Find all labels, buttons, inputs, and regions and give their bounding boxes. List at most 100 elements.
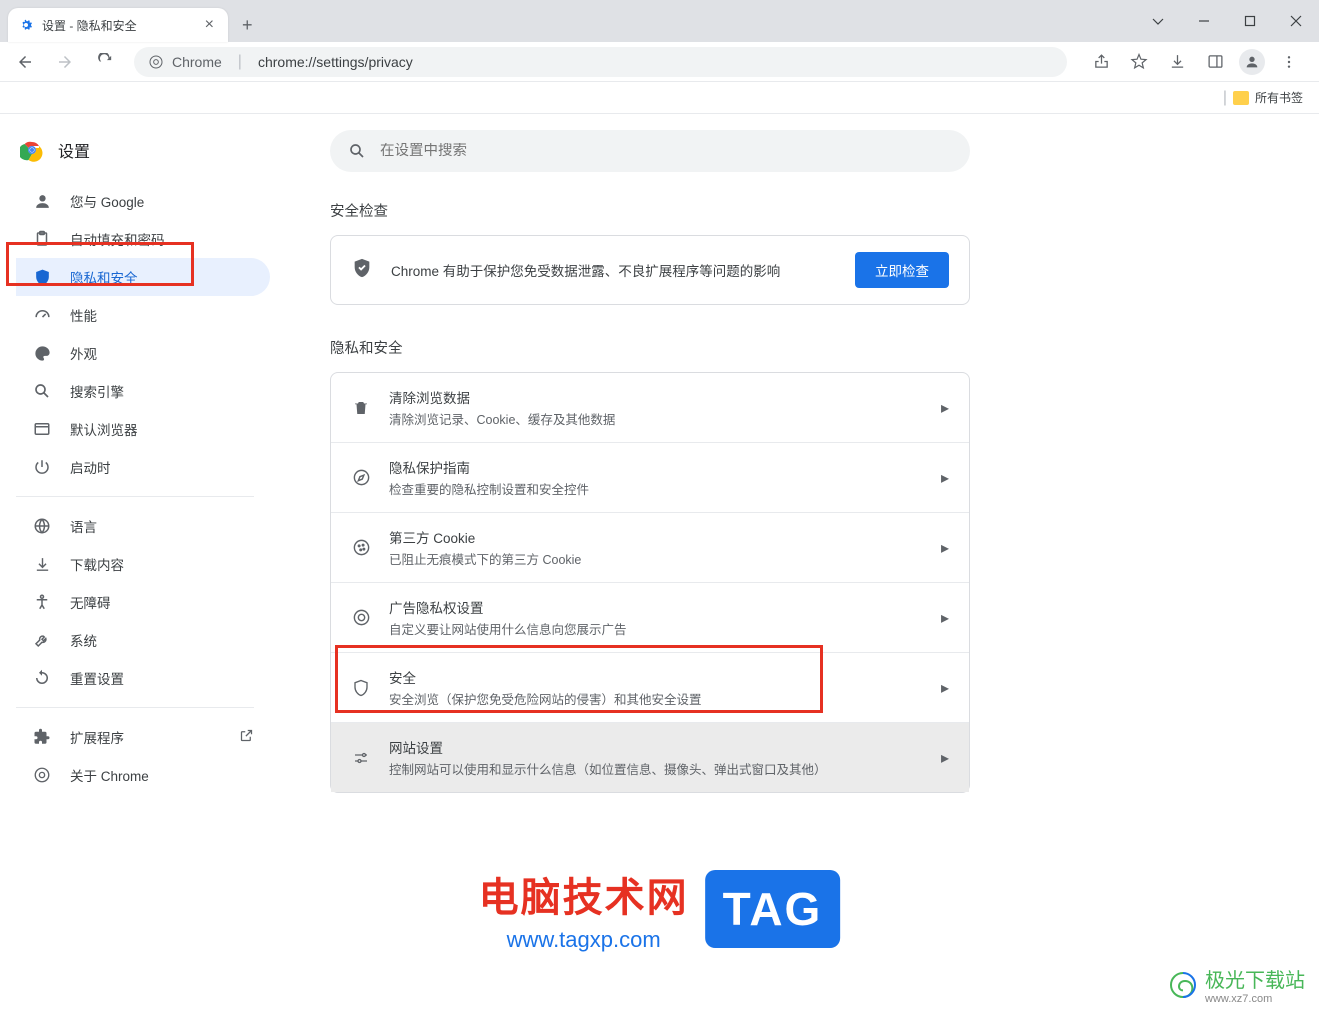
tab-close-icon[interactable]: × [201, 16, 218, 34]
title-bar: 设置 - 隐私和安全 × + [0, 0, 1319, 42]
sidebar-item-appearance[interactable]: 外观 [16, 334, 270, 372]
swirl-icon [1167, 969, 1199, 1001]
forward-button[interactable] [48, 45, 82, 79]
sidebar-item-privacy[interactable]: 隐私和安全 [16, 258, 270, 296]
sidebar-item-on-startup[interactable]: 启动时 [16, 448, 270, 486]
chrome-icon [148, 54, 164, 70]
chevron-right-icon: ▸ [941, 748, 949, 768]
corner-watermark-url: www.xz7.com [1205, 993, 1305, 1005]
search-icon [32, 381, 52, 401]
nav-separator [16, 707, 254, 708]
sidebar-item-accessibility[interactable]: 无障碍 [16, 583, 270, 621]
extension-icon [32, 727, 52, 747]
back-button[interactable] [8, 45, 42, 79]
sidebar-item-label: 下载内容 [70, 554, 124, 574]
privacy-card: 清除浏览数据清除浏览记录、Cookie、缓存及其他数据 ▸ 隐私保护指南检查重要… [330, 372, 970, 793]
tab-title: 设置 - 隐私和安全 [42, 17, 201, 34]
sidebar-item-label: 重置设置 [70, 668, 124, 688]
globe-icon [32, 516, 52, 536]
watermark-url: www.tagxp.com [479, 927, 689, 953]
folder-icon [1233, 91, 1249, 105]
row-site-settings[interactable]: 网站设置控制网站可以使用和显示什么信息（如位置信息、摄像头、弹出式窗口及其他） … [331, 722, 969, 792]
row-title: 清除浏览数据 [389, 387, 923, 407]
minimize-button[interactable] [1181, 5, 1227, 37]
new-tab-button[interactable]: + [228, 8, 267, 42]
row-title: 广告隐私权设置 [389, 597, 923, 617]
sidebar-item-about[interactable]: 关于 Chrome [16, 756, 270, 794]
sidebar-item-label: 关于 Chrome [70, 765, 149, 785]
app-title: 设置 [58, 138, 90, 162]
row-subtitle: 安全浏览（保护您免受危险网站的侵害）和其他安全设置 [389, 689, 923, 708]
nav-separator [16, 496, 254, 497]
sidebar-item-reset[interactable]: 重置设置 [16, 659, 270, 697]
corner-watermark: 极光下载站 www.xz7.com [1167, 964, 1305, 1005]
section-title-privacy: 隐私和安全 [330, 337, 1319, 358]
sidebar-item-you-and-google[interactable]: 您与 Google [16, 182, 270, 220]
search-icon [348, 142, 366, 160]
row-third-party-cookies[interactable]: 第三方 Cookie已阻止无痕模式下的第三方 Cookie ▸ [331, 512, 969, 582]
sidebar-item-search-engine[interactable]: 搜索引擎 [16, 372, 270, 410]
sidebar-item-label: 启动时 [70, 457, 111, 477]
search-input[interactable] [380, 143, 952, 159]
row-privacy-guide[interactable]: 隐私保护指南检查重要的隐私控制设置和安全控件 ▸ [331, 442, 969, 512]
row-subtitle: 检查重要的隐私控制设置和安全控件 [389, 479, 923, 498]
sidebar-item-autofill[interactable]: 自动填充和密码 [16, 220, 270, 258]
sidebar-item-languages[interactable]: 语言 [16, 507, 270, 545]
address-url: chrome://settings/privacy [258, 54, 413, 70]
sidebar-item-system[interactable]: 系统 [16, 621, 270, 659]
check-now-button[interactable]: 立即检查 [855, 252, 949, 288]
sidebar-item-label: 系统 [70, 630, 97, 650]
shield-icon [32, 267, 52, 287]
download-icon [32, 554, 52, 574]
row-title: 安全 [389, 667, 923, 687]
bookmarks-separator: | [1223, 89, 1227, 107]
sidebar-item-downloads[interactable]: 下载内容 [16, 545, 270, 583]
row-title: 隐私保护指南 [389, 457, 923, 477]
address-bar[interactable]: Chrome | chrome://settings/privacy [134, 47, 1067, 77]
trash-icon [351, 398, 371, 418]
safety-check-text: Chrome 有助于保护您免受数据泄露、不良扩展程序等问题的影响 [391, 260, 837, 280]
sidebar-item-label: 隐私和安全 [70, 267, 138, 287]
palette-icon [32, 343, 52, 363]
external-link-icon [239, 728, 254, 746]
speedometer-icon [32, 305, 52, 325]
all-bookmarks-link[interactable]: 所有书签 [1255, 89, 1303, 106]
download-icon[interactable] [1163, 48, 1191, 76]
sidebar-item-label: 性能 [70, 305, 97, 325]
compass-icon [351, 468, 371, 488]
bookmark-star-icon[interactable] [1125, 48, 1153, 76]
safety-check-card: Chrome 有助于保护您免受数据泄露、不良扩展程序等问题的影响 立即检查 [330, 235, 970, 305]
row-ad-privacy[interactable]: 广告隐私权设置自定义要让网站使用什么信息向您展示广告 ▸ [331, 582, 969, 652]
profile-avatar[interactable] [1239, 49, 1265, 75]
row-clear-browsing-data[interactable]: 清除浏览数据清除浏览记录、Cookie、缓存及其他数据 ▸ [331, 373, 969, 442]
chevron-right-icon: ▸ [941, 398, 949, 418]
cookie-icon [351, 538, 371, 558]
sidebar-item-performance[interactable]: 性能 [16, 296, 270, 334]
browser-toolbar: Chrome | chrome://settings/privacy [0, 42, 1319, 82]
gear-icon [18, 17, 34, 33]
corner-watermark-text: 极光下载站 [1205, 964, 1305, 993]
menu-icon[interactable] [1275, 48, 1303, 76]
settings-search[interactable] [330, 130, 970, 172]
row-title: 第三方 Cookie [389, 527, 923, 547]
settings-sidebar: 设置 您与 Google 自动填充和密码 隐私和安全 性能 外观 搜索引擎 默认… [0, 114, 270, 1013]
sidepanel-icon[interactable] [1201, 48, 1229, 76]
sliders-icon [351, 748, 371, 768]
share-icon[interactable] [1087, 48, 1115, 76]
row-subtitle: 已阻止无痕模式下的第三方 Cookie [389, 549, 923, 568]
row-security[interactable]: 安全安全浏览（保护您免受危险网站的侵害）和其他安全设置 ▸ [331, 652, 969, 722]
person-icon [32, 191, 52, 211]
row-title: 网站设置 [389, 737, 923, 757]
ads-icon [351, 608, 371, 628]
maximize-button[interactable] [1227, 5, 1273, 37]
shield-outline-icon [351, 678, 371, 698]
sidebar-item-default-browser[interactable]: 默认浏览器 [16, 410, 270, 448]
reset-icon [32, 668, 52, 688]
sidebar-item-extensions[interactable]: 扩展程序 [16, 718, 270, 756]
accessibility-icon [32, 592, 52, 612]
dropdown-icon[interactable] [1135, 5, 1181, 37]
close-button[interactable] [1273, 5, 1319, 37]
reload-button[interactable] [88, 45, 122, 79]
browser-tab[interactable]: 设置 - 隐私和安全 × [8, 8, 228, 42]
row-subtitle: 清除浏览记录、Cookie、缓存及其他数据 [389, 409, 923, 428]
